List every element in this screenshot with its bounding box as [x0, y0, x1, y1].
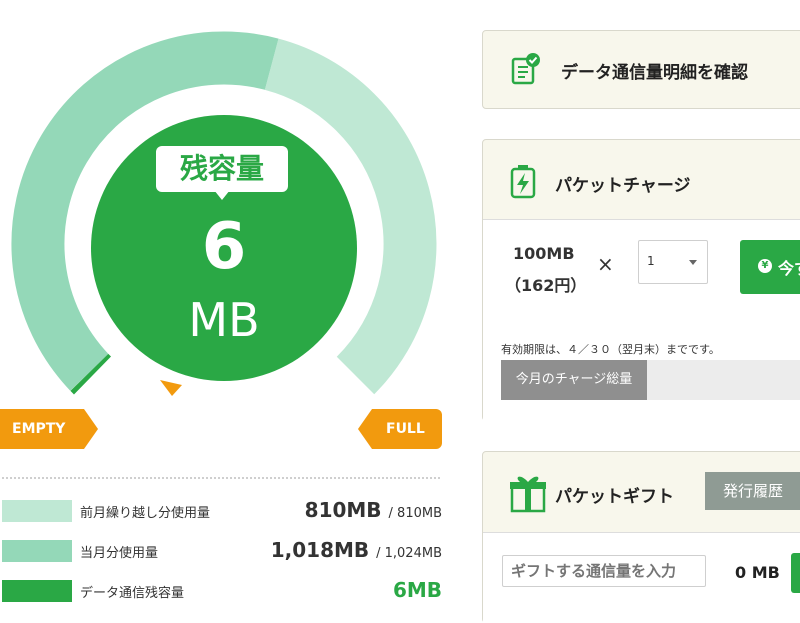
- charge-card-body: 100MB （162円） × 1 ¥ 今すぐ 有効期限は、４／３０（翌月末）まで…: [483, 219, 800, 421]
- gauge-title: 残容量: [179, 152, 264, 185]
- legend-value: 1,018MB / 1,024MB: [270, 538, 442, 562]
- gift-mb-label: 0 MB: [735, 563, 780, 582]
- full-tag: FULL: [358, 409, 442, 449]
- packet-charge-card: パケットチャージ 100MB （162円） × 1 ¥ 今すぐ 有効期限は、４／…: [482, 139, 800, 421]
- charge-now-label: 今すぐ: [778, 259, 800, 278]
- validity-note: 有効期限は、４／３０（翌月末）までです。: [501, 343, 720, 356]
- gift-submit-button[interactable]: [791, 553, 800, 593]
- legend-row-current: 当月分使用量 1,018MB / 1,024MB: [2, 538, 442, 566]
- yen-icon: ¥: [758, 259, 772, 273]
- charge-total-bar: 今月のチャージ総量: [501, 360, 800, 400]
- gauge-title-bubble: 残容量: [156, 146, 288, 192]
- legend-row-remaining: データ通信残容量 6MB: [2, 578, 442, 606]
- issue-history-button[interactable]: 発行履歴: [705, 472, 800, 510]
- gift-card-title: パケットギフト: [555, 487, 674, 507]
- legend-swatch-current: [2, 540, 72, 562]
- gift-card-body: 0 MB: [483, 532, 800, 623]
- charge-card-title: パケットチャージ: [555, 176, 691, 196]
- gift-amount-input[interactable]: [502, 555, 706, 587]
- times-sign: ×: [597, 252, 614, 276]
- charge-amount: 100MB: [513, 244, 575, 263]
- legend-value: 810MB / 810MB: [304, 498, 442, 522]
- gift-box-icon: [508, 471, 548, 517]
- document-check-icon: [511, 53, 541, 89]
- charge-price: （162円）: [505, 276, 587, 295]
- legend-value: 6MB: [392, 578, 442, 602]
- quantity-value: 1: [647, 254, 655, 268]
- divider: [2, 477, 440, 479]
- data-detail-card[interactable]: データ通信量明細を確認: [482, 30, 800, 109]
- detail-card-title: データ通信量明細を確認: [561, 63, 748, 83]
- bubble-tail: [214, 190, 230, 200]
- packet-gift-card: パケットギフト 発行履歴 0 MB: [482, 451, 800, 623]
- quantity-select[interactable]: 1: [638, 240, 708, 284]
- legend-swatch-remaining: [2, 580, 72, 602]
- legend-swatch-previous: [2, 500, 72, 522]
- gauge-arc-remaining: [70, 353, 112, 395]
- legend-label: 前月繰り越し分使用量: [80, 506, 211, 521]
- empty-tag: EMPTY: [0, 409, 98, 449]
- legend-label: 当月分使用量: [80, 546, 159, 561]
- battery-charge-icon: [509, 164, 537, 204]
- gauge-value: 6: [201, 210, 247, 284]
- charge-total-label: 今月のチャージ総量: [501, 360, 647, 400]
- legend-label: データ通信残容量: [80, 586, 185, 601]
- charge-now-button[interactable]: ¥ 今すぐ: [740, 240, 800, 294]
- gauge-unit: MB: [188, 293, 260, 347]
- legend-row-previous: 前月繰り越し分使用量 810MB / 810MB: [2, 498, 442, 526]
- chevron-down-icon: [689, 260, 697, 265]
